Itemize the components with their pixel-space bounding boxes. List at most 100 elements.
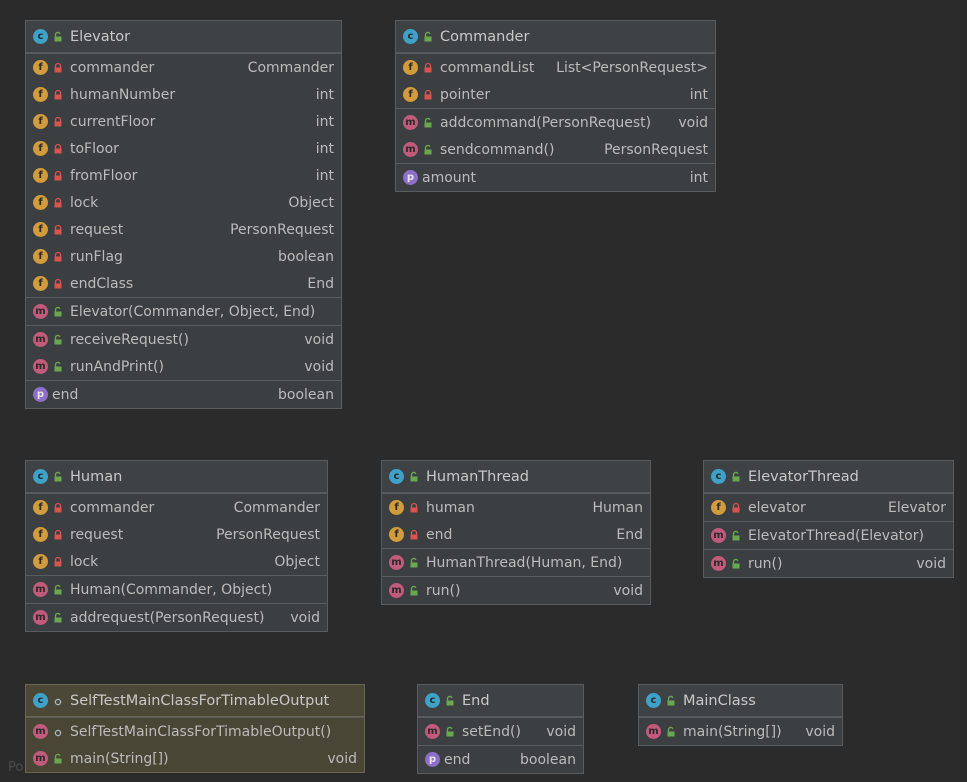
private-lock-icon bbox=[52, 143, 64, 155]
field-row[interactable]: f request PersonRequest bbox=[26, 216, 341, 243]
field-row[interactable]: f end End bbox=[382, 521, 650, 548]
member-type: int bbox=[315, 140, 334, 157]
method-icon: m bbox=[425, 724, 440, 739]
class-box-humanthread[interactable]: c HumanThread f human Human f end End m HumanThre… bbox=[381, 460, 651, 605]
member-type: int bbox=[315, 113, 334, 130]
method-icon: m bbox=[711, 556, 726, 571]
field-icon: f bbox=[33, 141, 48, 156]
class-box-end[interactable]: c End m setEnd() void p end boolean bbox=[417, 684, 584, 774]
field-row[interactable]: f commandList List<PersonRequest> bbox=[396, 54, 715, 81]
public-lock-icon bbox=[408, 471, 420, 483]
method-icon: m bbox=[403, 142, 418, 157]
class-section: f elevator Elevator bbox=[704, 493, 953, 521]
class-header[interactable]: c End bbox=[418, 685, 583, 717]
field-row[interactable]: f elevator Elevator bbox=[704, 494, 953, 521]
field-row[interactable]: f human Human bbox=[382, 494, 650, 521]
class-icon: c bbox=[425, 693, 440, 708]
member-name: humanNumber bbox=[70, 86, 176, 103]
member-name: commandList bbox=[440, 59, 535, 76]
method-icon: m bbox=[33, 724, 48, 739]
class-icon: c bbox=[389, 469, 404, 484]
class-header[interactable]: c Elevator bbox=[26, 21, 341, 53]
class-box-selftestmainclassfortimableoutput[interactable]: c SelfTestMainClassForTimableOutput m SelfT… bbox=[25, 684, 365, 773]
property-row[interactable]: p end boolean bbox=[26, 381, 341, 408]
public-lock-icon bbox=[422, 117, 434, 129]
field-icon: f bbox=[33, 60, 48, 75]
member-name: run() bbox=[426, 582, 461, 599]
method-row[interactable]: m receiveRequest() void bbox=[26, 326, 341, 353]
member-name: addcommand(PersonRequest) bbox=[440, 114, 652, 131]
class-title: MainClass bbox=[683, 692, 756, 709]
method-icon: m bbox=[33, 332, 48, 347]
method-row[interactable]: m main(String[]) void bbox=[639, 718, 842, 745]
member-name: sendcommand() bbox=[440, 141, 555, 158]
class-box-mainclass[interactable]: c MainClass m main(String[]) void bbox=[638, 684, 843, 746]
public-lock-icon bbox=[444, 726, 456, 738]
class-section: m Elevator(Commander, Object, End) bbox=[26, 297, 341, 325]
method-row[interactable]: m sendcommand() PersonRequest bbox=[396, 136, 715, 163]
field-row[interactable]: f fromFloor int bbox=[26, 162, 341, 189]
class-header[interactable]: c MainClass bbox=[639, 685, 842, 717]
field-row[interactable]: f commander Commander bbox=[26, 494, 327, 521]
public-lock-icon bbox=[52, 334, 64, 346]
method-row[interactable]: m HumanThread(Human, End) bbox=[382, 549, 650, 576]
field-icon: f bbox=[33, 276, 48, 291]
private-lock-icon bbox=[52, 197, 64, 209]
member-type: int bbox=[315, 86, 334, 103]
class-header[interactable]: c ElevatorThread bbox=[704, 461, 953, 493]
field-icon: f bbox=[33, 222, 48, 237]
field-row[interactable]: f toFloor int bbox=[26, 135, 341, 162]
field-row[interactable]: f commander Commander bbox=[26, 54, 341, 81]
class-header[interactable]: c Human bbox=[26, 461, 327, 493]
method-row[interactable]: m addrequest(PersonRequest) void bbox=[26, 604, 327, 631]
field-row[interactable]: f lock Object bbox=[26, 189, 341, 216]
member-name: currentFloor bbox=[70, 113, 156, 130]
member-name: end bbox=[426, 526, 453, 543]
field-icon: f bbox=[33, 249, 48, 264]
method-row[interactable]: m setEnd() void bbox=[418, 718, 583, 745]
field-row[interactable]: f endClass End bbox=[26, 270, 341, 297]
class-section: m ElevatorThread(Elevator) bbox=[704, 521, 953, 549]
method-row[interactable]: m SelfTestMainClassForTimableOutput() bbox=[26, 718, 364, 745]
member-name: pointer bbox=[440, 86, 491, 103]
property-row[interactable]: p end boolean bbox=[418, 746, 583, 773]
member-type: int bbox=[689, 86, 708, 103]
field-row[interactable]: f lock Object bbox=[26, 548, 327, 575]
member-name: end bbox=[52, 386, 79, 403]
method-row[interactable]: m run() void bbox=[704, 550, 953, 577]
private-lock-icon bbox=[52, 116, 64, 128]
field-row[interactable]: f currentFloor int bbox=[26, 108, 341, 135]
method-icon: m bbox=[646, 724, 661, 739]
class-box-elevator[interactable]: c Elevator f commander Commander f humanNumber… bbox=[25, 20, 342, 409]
method-row[interactable]: m Elevator(Commander, Object, End) bbox=[26, 298, 341, 325]
public-lock-icon bbox=[730, 530, 742, 542]
class-section: m main(String[]) void bbox=[639, 717, 842, 745]
class-box-elevatorthread[interactable]: c ElevatorThread f elevator Elevator m Elevato… bbox=[703, 460, 954, 578]
member-type: PersonRequest bbox=[604, 141, 708, 158]
field-icon: f bbox=[403, 60, 418, 75]
class-box-human[interactable]: c Human f commander Commander f request PersonR… bbox=[25, 460, 328, 632]
class-header[interactable]: c SelfTestMainClassForTimableOutput bbox=[26, 685, 364, 717]
property-row[interactable]: p amount int bbox=[396, 164, 715, 191]
private-lock-icon bbox=[408, 529, 420, 541]
field-row[interactable]: f pointer int bbox=[396, 81, 715, 108]
class-box-commander[interactable]: c Commander f commandList List<PersonRequest… bbox=[395, 20, 716, 192]
member-name: elevator bbox=[748, 499, 806, 516]
class-header[interactable]: c Commander bbox=[396, 21, 715, 53]
member-type: List<PersonRequest> bbox=[556, 59, 708, 76]
class-header[interactable]: c HumanThread bbox=[382, 461, 650, 493]
method-row[interactable]: m main(String[]) void bbox=[26, 745, 364, 772]
field-row[interactable]: f runFlag boolean bbox=[26, 243, 341, 270]
method-row[interactable]: m runAndPrint() void bbox=[26, 353, 341, 380]
method-row[interactable]: m ElevatorThread(Elevator) bbox=[704, 522, 953, 549]
method-row[interactable]: m addcommand(PersonRequest) void bbox=[396, 109, 715, 136]
field-row[interactable]: f request PersonRequest bbox=[26, 521, 327, 548]
class-section: p end boolean bbox=[418, 745, 583, 773]
method-row[interactable]: m run() void bbox=[382, 577, 650, 604]
class-icon: c bbox=[33, 693, 48, 708]
package-visibility-icon bbox=[52, 695, 64, 707]
field-icon: f bbox=[389, 527, 404, 542]
field-row[interactable]: f humanNumber int bbox=[26, 81, 341, 108]
method-row[interactable]: m Human(Commander, Object) bbox=[26, 576, 327, 603]
member-type: boolean bbox=[278, 248, 334, 265]
